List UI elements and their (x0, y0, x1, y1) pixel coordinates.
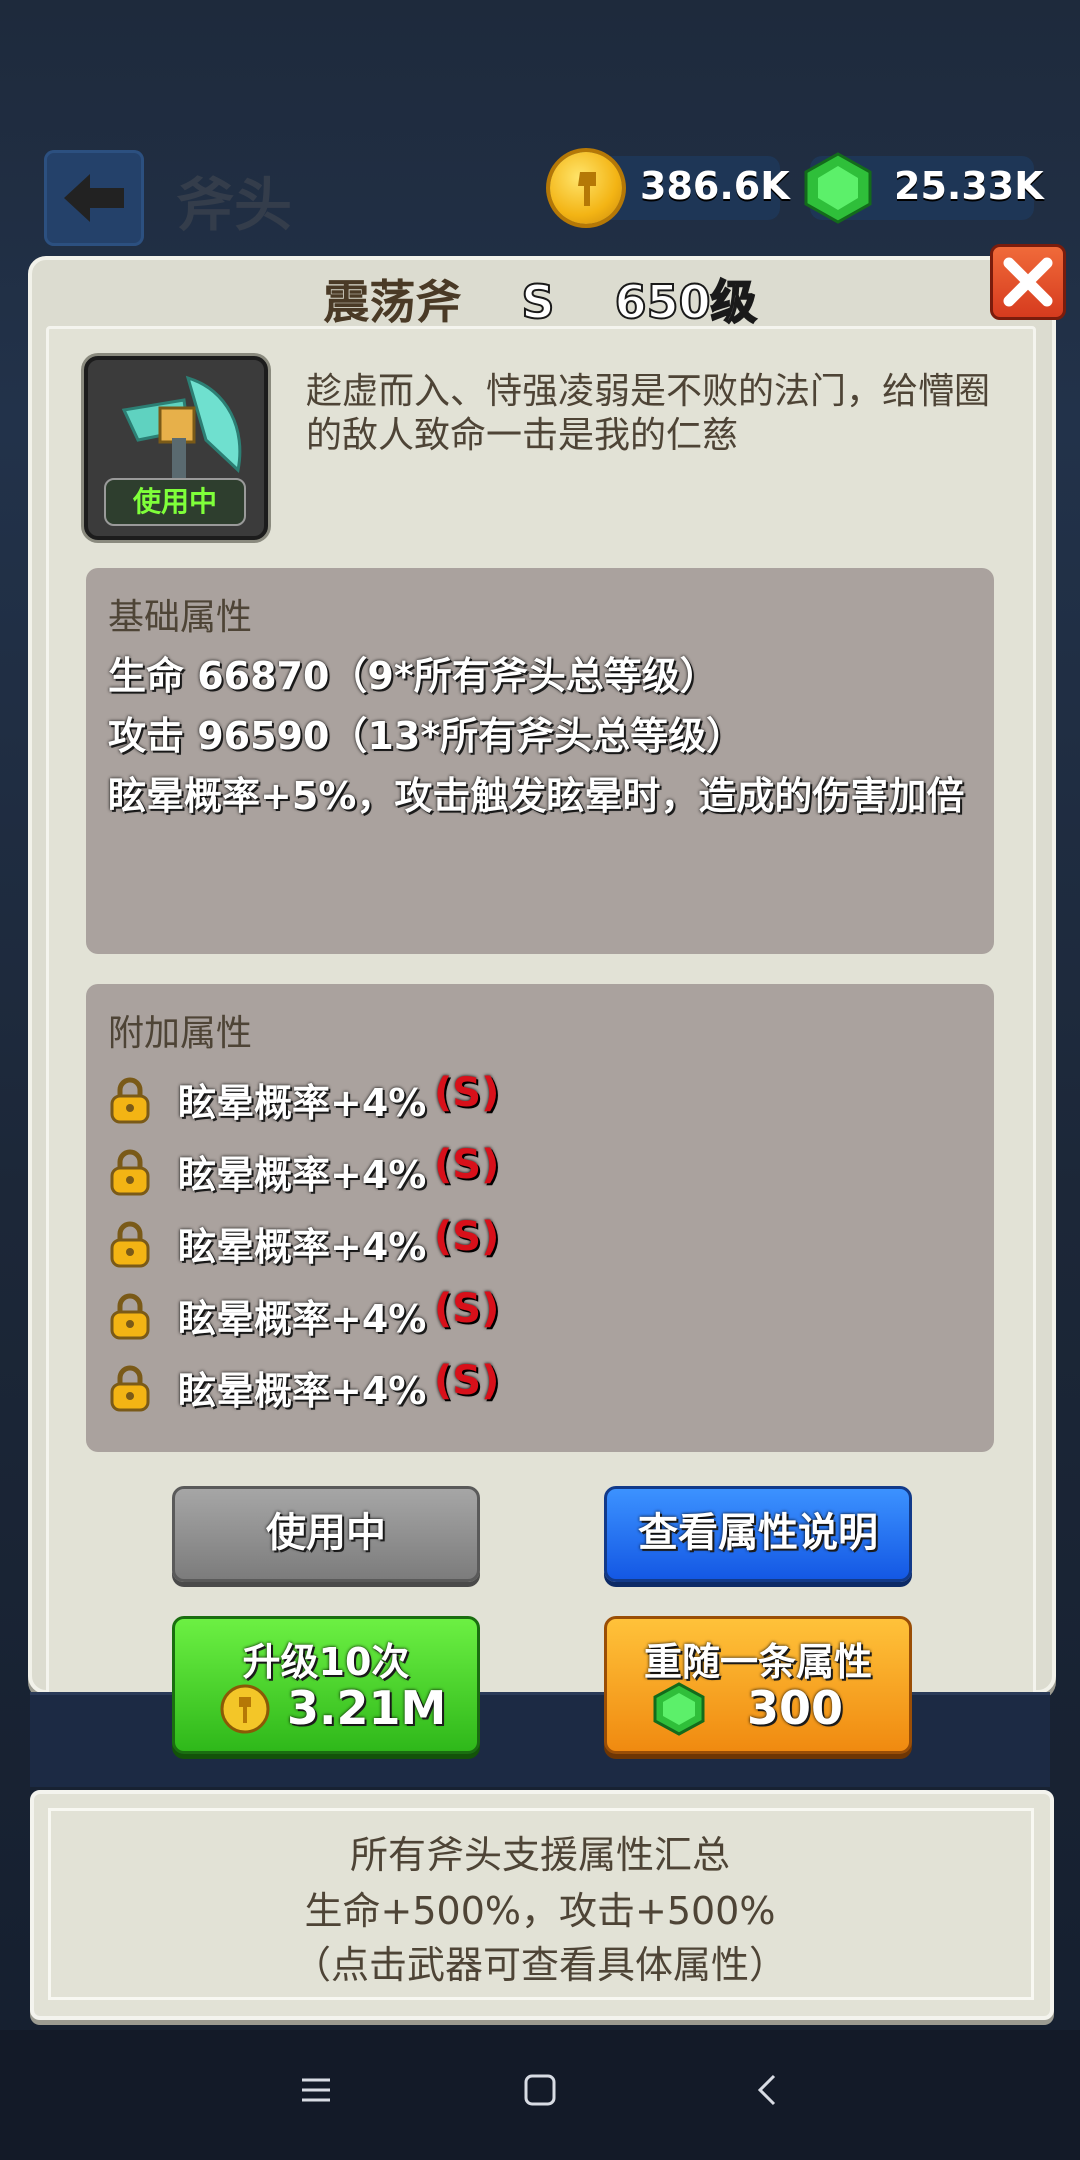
reroll-label: 重随一条属性 (643, 1640, 872, 1684)
back-button[interactable] (44, 150, 144, 246)
gold-coin-icon (220, 1684, 270, 1734)
base-attribute-line: 生命 66870（9*所有斧头总等级） (108, 654, 718, 698)
item-level: 650级 (614, 274, 758, 330)
item-description: 趁虚而入、恃强凌弱是不败的法门，给懵圈的敌人致命一击是我的仁慈 (306, 371, 991, 456)
back-arrow-icon (64, 174, 124, 222)
base-attributes-box: 基础属性 生命 66870（9*所有斧头总等级） 攻击 96590（13*所有斧… (86, 568, 994, 954)
view-attribute-info-label: 查看属性说明 (638, 1510, 878, 1556)
item-name: 震荡斧 (323, 275, 462, 329)
extra-attribute-grade: (S) (434, 1214, 500, 1260)
view-attribute-info-button[interactable]: 查看属性说明 (604, 1486, 912, 1582)
in-use-badge: 使用中 (104, 478, 246, 526)
lock-icon[interactable] (108, 1220, 152, 1268)
extra-attribute-grade: (S) (434, 1070, 500, 1116)
system-nav-bar (0, 2030, 1080, 2160)
upgrade-label: 升级10次 (242, 1640, 410, 1684)
in-use-button[interactable]: 使用中 (172, 1486, 480, 1582)
lock-icon[interactable] (108, 1292, 152, 1340)
extra-attribute-grade: (S) (434, 1358, 500, 1404)
gem-icon (653, 1682, 705, 1736)
in-use-label: 使用中 (266, 1510, 386, 1556)
back-nav-icon[interactable] (750, 2072, 786, 2108)
extra-attributes-box: 附加属性 眩晕概率+4% (S) 眩晕概率+4% (S) 眩晕概率+4% (S) (86, 984, 994, 1452)
extra-attribute-grade: (S) (434, 1142, 500, 1188)
extra-attribute-grade: (S) (434, 1286, 500, 1332)
gold-amount: 386.6K (640, 164, 790, 208)
upgrade-button[interactable]: 升级10次 3.21M (172, 1616, 480, 1754)
gem-icon (800, 150, 876, 226)
extra-attribute-text: 眩晕概率+4% (178, 1369, 427, 1413)
reroll-attribute-button[interactable]: 重随一条属性 300 (604, 1616, 912, 1754)
lock-icon[interactable] (108, 1076, 152, 1124)
summary-title: 所有斧头支援属性汇总 (349, 1833, 730, 1877)
menu-icon[interactable] (298, 2072, 334, 2108)
summary-hint: （点击武器可查看具体属性） (292, 1943, 787, 1987)
base-attribute-line: 眩晕概率+5%，攻击触发眩晕时，造成的伤害加倍 (108, 774, 965, 818)
item-rank: S (520, 274, 555, 330)
item-header: 震荡斧 S 650级 (0, 266, 1080, 332)
lock-icon[interactable] (108, 1148, 152, 1196)
reroll-cost: 300 (747, 1681, 844, 1735)
home-icon[interactable] (522, 2072, 558, 2108)
base-attribute-line: 攻击 96590（13*所有斧头总等级） (108, 714, 745, 758)
upgrade-cost: 3.21M (287, 1681, 447, 1735)
extra-attribute-text: 眩晕概率+4% (178, 1081, 427, 1125)
extra-attributes-title: 附加属性 (108, 1013, 253, 1054)
extra-attribute-text: 眩晕概率+4% (178, 1225, 427, 1269)
gem-amount: 25.33K (894, 164, 1044, 208)
page-title: 斧头 (176, 171, 293, 239)
extra-attribute-text: 眩晕概率+4% (178, 1153, 427, 1197)
base-attributes-title: 基础属性 (108, 597, 253, 638)
summary-stats: 生命+500%，攻击+500% (304, 1889, 776, 1933)
lock-icon[interactable] (108, 1364, 152, 1412)
close-icon (1003, 257, 1053, 307)
gold-coin-icon (550, 152, 622, 224)
close-button[interactable] (990, 244, 1066, 320)
extra-attribute-text: 眩晕概率+4% (178, 1297, 427, 1341)
